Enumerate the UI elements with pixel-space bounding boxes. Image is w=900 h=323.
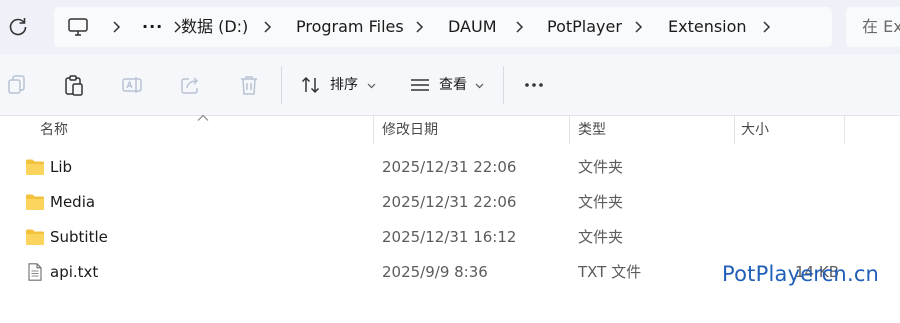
column-divider[interactable] [844, 116, 845, 144]
column-divider[interactable] [734, 116, 735, 144]
view-icon[interactable] [409, 74, 431, 96]
more-locations[interactable]: ··· [142, 7, 163, 47]
column-header: 名称 修改日期 类型 大小 [0, 116, 900, 144]
search-input[interactable]: 在 Ex [846, 7, 900, 47]
file-modified: 2025/9/9 8:36 [382, 263, 488, 281]
refresh-icon[interactable] [6, 15, 30, 39]
toolbar-divider [281, 66, 282, 104]
file-name[interactable]: Lib [50, 150, 72, 184]
file-row[interactable]: Subtitle 2025/12/31 16:12 文件夹 [0, 220, 900, 254]
rename-icon[interactable] [121, 74, 143, 96]
column-type[interactable]: 类型 [578, 116, 606, 144]
file-modified: 2025/12/31 22:06 [382, 193, 517, 211]
chevron-right-icon[interactable] [412, 20, 426, 34]
column-divider[interactable] [569, 116, 570, 144]
file-row[interactable]: Media 2025/12/31 22:06 文件夹 [0, 185, 900, 219]
file-modified: 2025/12/31 22:06 [382, 158, 517, 176]
file-type: TXT 文件 [578, 263, 642, 281]
chevron-down-icon[interactable] [367, 81, 376, 90]
breadcrumb[interactable]: ··· 数据 (D:) Program Files DAUM PotPlayer… [54, 7, 832, 47]
breadcrumb-extension[interactable]: Extension [668, 7, 747, 47]
column-modified[interactable]: 修改日期 [382, 116, 438, 144]
chevron-right-icon[interactable] [512, 20, 526, 34]
copy-icon[interactable] [5, 74, 27, 96]
chevron-right-icon[interactable] [759, 20, 773, 34]
breadcrumb-daum[interactable]: DAUM [448, 7, 497, 47]
column-size[interactable]: 大小 [741, 116, 769, 144]
watermark: PotPlayercn.cn [722, 262, 880, 286]
chevron-right-icon[interactable] [109, 20, 123, 34]
folder-icon [26, 159, 44, 175]
folder-icon [26, 194, 44, 210]
breadcrumb-potplayer[interactable]: PotPlayer [547, 7, 622, 47]
computer-icon[interactable] [67, 17, 89, 37]
chevron-right-icon[interactable] [631, 20, 645, 34]
file-row[interactable]: Lib 2025/12/31 22:06 文件夹 [0, 150, 900, 184]
file-type: 文件夹 [578, 158, 624, 176]
column-name[interactable]: 名称 [40, 116, 68, 144]
delete-icon[interactable] [238, 74, 260, 96]
chevron-down-icon[interactable] [475, 81, 484, 90]
file-name[interactable]: Media [50, 185, 95, 219]
command-bar: 排序 查看 [0, 54, 900, 116]
file-modified: 2025/12/31 16:12 [382, 228, 517, 246]
toolbar-divider [503, 66, 504, 104]
breadcrumb-drive[interactable]: 数据 (D:) [181, 7, 248, 47]
view-button[interactable]: 查看 [439, 74, 467, 96]
share-icon[interactable] [179, 74, 201, 96]
text-file-icon [28, 263, 42, 281]
file-type: 文件夹 [578, 193, 624, 211]
sort-icon[interactable] [300, 74, 322, 96]
sort-button[interactable]: 排序 [330, 74, 358, 96]
chevron-right-icon[interactable] [260, 20, 274, 34]
paste-icon[interactable] [63, 74, 85, 96]
file-name[interactable]: api.txt [50, 255, 98, 289]
search-placeholder: 在 Ex [862, 17, 900, 36]
column-divider[interactable] [373, 116, 374, 144]
file-name[interactable]: Subtitle [50, 220, 108, 254]
file-type: 文件夹 [578, 228, 624, 246]
breadcrumb-program-files[interactable]: Program Files [296, 7, 404, 47]
folder-icon [26, 229, 44, 245]
address-bar: ··· 数据 (D:) Program Files DAUM PotPlayer… [0, 0, 900, 54]
more-icon[interactable] [523, 74, 545, 96]
